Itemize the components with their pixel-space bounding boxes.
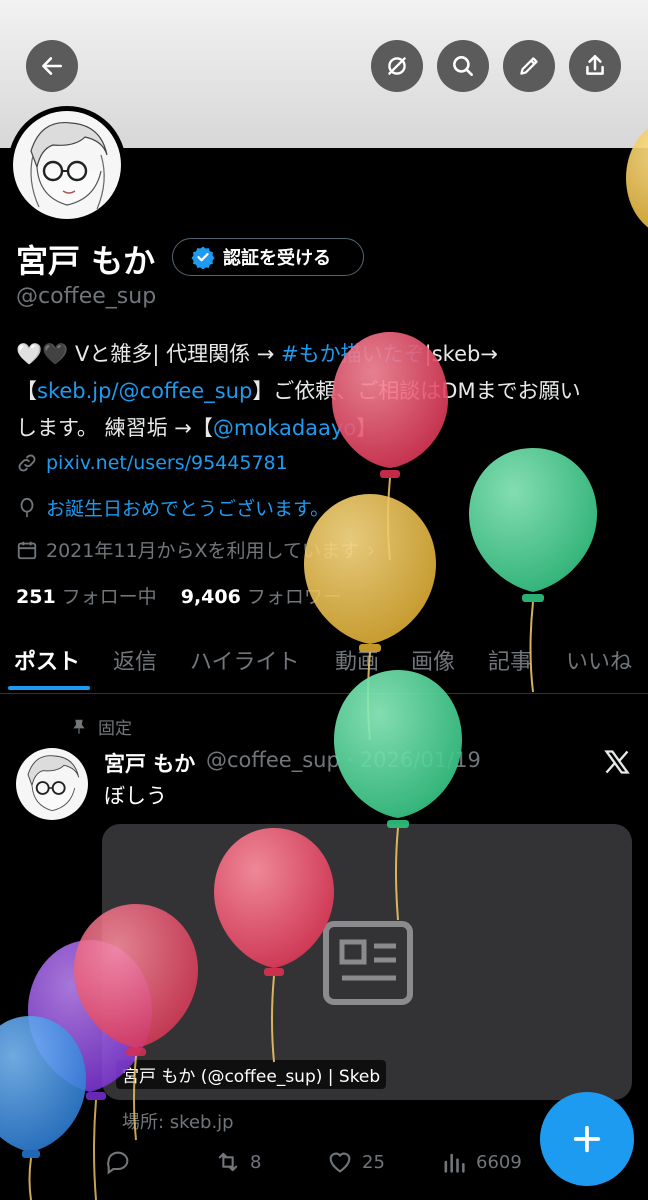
birthday-text[interactable]: お誕生日おめでとうございます。 bbox=[46, 494, 329, 521]
article-placeholder-icon bbox=[323, 921, 413, 1005]
compose-post-button[interactable] bbox=[540, 1092, 634, 1186]
follow-stats: 251 フォロー中 9,406 フォロワー bbox=[16, 582, 342, 609]
arrow-left-icon bbox=[42, 57, 62, 75]
tab-highlights[interactable]: ハイライト bbox=[190, 638, 300, 694]
tab-likes[interactable]: いいね bbox=[566, 638, 632, 694]
verified-badge-icon bbox=[191, 246, 215, 269]
following-count: 251 bbox=[16, 586, 56, 608]
share-button[interactable] bbox=[569, 40, 621, 92]
followers-label: フォロワー bbox=[246, 586, 342, 608]
like-button[interactable]: 25 bbox=[326, 1148, 385, 1176]
tab-images[interactable]: 画像 bbox=[411, 638, 455, 694]
bio-text: 【 bbox=[16, 379, 37, 403]
bio-text: |skeb→ bbox=[424, 342, 498, 366]
joined-text: 2021年11月からXを利用しています bbox=[46, 540, 359, 562]
views-icon bbox=[444, 1153, 465, 1173]
repost-count: 8 bbox=[250, 1151, 262, 1173]
profile-bio: 🤍🖤 Vと雑多| 代理関係 → #もか描いたぞ|skeb→ 【skeb.jp/@… bbox=[16, 336, 636, 447]
plus-icon bbox=[573, 1125, 601, 1153]
profile-handle: @coffee_sup bbox=[16, 284, 157, 309]
profile-tabs: ポスト 返信 ハイライト 動画 画像 記事 いいね bbox=[0, 638, 648, 694]
post-author-name[interactable]: 宮戸 もか bbox=[104, 748, 195, 778]
link-icon bbox=[18, 454, 36, 472]
post-author-meta: @coffee_sup · 2026/01/19 bbox=[206, 748, 481, 772]
profile-avatar[interactable] bbox=[8, 106, 126, 224]
share-icon bbox=[586, 55, 604, 75]
bio-hashtag-link[interactable]: #もか描いたぞ bbox=[281, 342, 425, 366]
pinned-indicator: 固定 bbox=[70, 714, 132, 739]
active-tab-indicator bbox=[8, 686, 90, 690]
post-text: ぼしう bbox=[104, 784, 167, 808]
pinned-label: 固定 bbox=[98, 719, 132, 739]
views-button[interactable]: 6609 bbox=[440, 1148, 522, 1176]
bio-text: 】 bbox=[356, 416, 378, 440]
tab-videos[interactable]: 動画 bbox=[335, 638, 379, 694]
chevron-right-icon[interactable]: › bbox=[367, 538, 375, 562]
pin-icon bbox=[73, 719, 85, 734]
following-link[interactable]: 251 フォロー中 bbox=[16, 586, 157, 608]
followers-count: 9,406 bbox=[180, 586, 241, 608]
avatar-illustration bbox=[27, 755, 80, 812]
edit-button[interactable] bbox=[503, 40, 555, 92]
like-count: 25 bbox=[362, 1151, 385, 1173]
bio-mention-link[interactable]: @mokadaayo bbox=[213, 416, 356, 440]
bio-text: します。 練習垢 →【 bbox=[16, 416, 213, 440]
search-icon bbox=[453, 56, 473, 76]
edit-icon bbox=[520, 57, 538, 75]
following-label: フォロー中 bbox=[61, 586, 157, 608]
card-source: 場所: skeb.jp bbox=[122, 1112, 234, 1133]
heart-icon bbox=[329, 1152, 351, 1173]
balloon-icon bbox=[20, 497, 34, 517]
search-button[interactable] bbox=[437, 40, 489, 92]
reply-button[interactable] bbox=[104, 1148, 132, 1176]
bio-skeb-link[interactable]: skeb.jp/@coffee_sup bbox=[37, 379, 252, 403]
reply-icon bbox=[107, 1151, 129, 1175]
get-verified-button[interactable]: 認証を受ける bbox=[172, 238, 364, 276]
profile-name: 宮戸 もか bbox=[16, 242, 156, 280]
card-title: 宮戸 もか (@coffee_sup) | Skeb bbox=[116, 1060, 387, 1089]
grok-icon bbox=[388, 57, 406, 75]
followers-link[interactable]: 9,406 フォロワー bbox=[181, 586, 342, 608]
avatar-illustration bbox=[30, 121, 108, 210]
tab-replies[interactable]: 返信 bbox=[113, 638, 157, 694]
back-button[interactable] bbox=[26, 40, 78, 92]
repost-button[interactable]: 8 bbox=[214, 1148, 261, 1176]
get-verified-label: 認証を受ける bbox=[223, 248, 331, 269]
bio-text: 】ご依頼、ご相談はDMまでお願い bbox=[252, 379, 581, 403]
views-count: 6609 bbox=[476, 1151, 522, 1173]
joined-row: 2021年11月からXを利用しています › bbox=[16, 536, 375, 563]
post-author-avatar[interactable] bbox=[16, 748, 88, 820]
website-link[interactable]: pixiv.net/users/95445781 bbox=[46, 452, 288, 474]
balloon-yellow bbox=[304, 494, 436, 741]
calendar-icon bbox=[17, 541, 37, 559]
x-logo-icon[interactable] bbox=[602, 748, 632, 776]
grok-button[interactable] bbox=[371, 40, 423, 92]
tab-articles[interactable]: 記事 bbox=[488, 638, 532, 694]
repost-icon bbox=[218, 1152, 238, 1172]
birthday-row: お誕生日おめでとうございます。 bbox=[16, 494, 329, 521]
bio-text: 🤍🖤 Vと雑多| 代理関係 → bbox=[16, 342, 282, 366]
link-card[interactable]: 宮戸 もか (@coffee_sup) | Skeb bbox=[102, 824, 632, 1100]
website-row: pixiv.net/users/95445781 bbox=[16, 452, 288, 474]
